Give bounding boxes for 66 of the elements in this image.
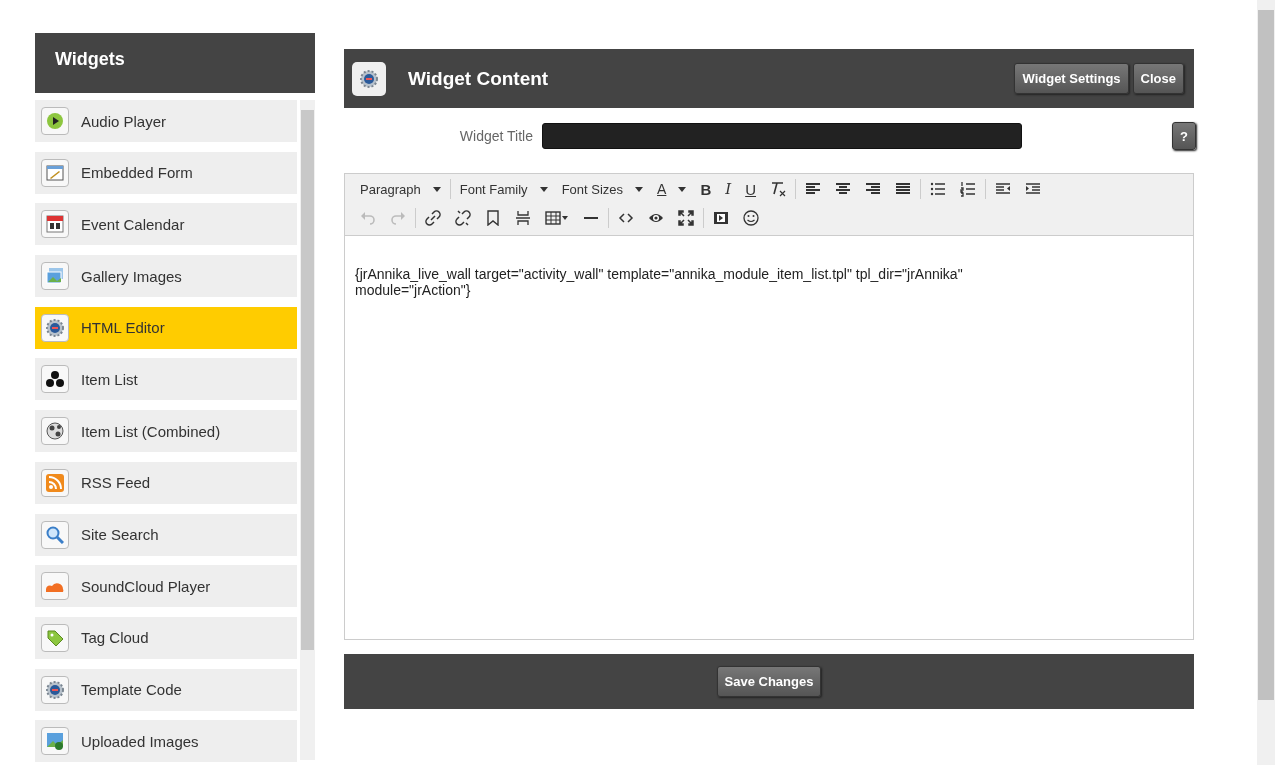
save-button[interactable]: Save Changes bbox=[716, 666, 822, 697]
gallery-icon bbox=[46, 267, 64, 286]
gear-icon bbox=[46, 680, 64, 699]
widget-item[interactable]: RSS Feed bbox=[35, 461, 297, 504]
rss-icon bbox=[46, 473, 64, 492]
outdent-icon bbox=[995, 181, 1011, 197]
header-button[interactable]: Widget Settings bbox=[1014, 63, 1129, 94]
tag-icon bbox=[46, 628, 64, 647]
header-button[interactable]: Close bbox=[1132, 63, 1184, 94]
search-icon bbox=[46, 525, 64, 544]
widget-item[interactable]: Event Calendar bbox=[35, 203, 297, 246]
form-icon bbox=[46, 163, 64, 182]
toolbar-dropdown[interactable]: Paragraph bbox=[353, 178, 448, 200]
page-break-icon bbox=[515, 210, 531, 226]
indent-icon bbox=[1025, 181, 1041, 197]
widget-item[interactable]: Uploaded Images bbox=[35, 720, 297, 763]
widget-item[interactable]: HTML Editor bbox=[35, 306, 297, 349]
align-left-icon bbox=[805, 181, 821, 197]
panel-title: Widget Content bbox=[408, 67, 550, 90]
unlink-icon bbox=[455, 210, 471, 226]
caret-icon bbox=[539, 186, 548, 192]
widget-item[interactable]: Tag Cloud bbox=[35, 616, 297, 659]
widget-item[interactable]: Template Code bbox=[35, 668, 297, 711]
bold-button[interactable]: B bbox=[693, 178, 719, 200]
help-button[interactable]: ? bbox=[1172, 122, 1196, 150]
widget-item[interactable]: Embedded Form bbox=[35, 151, 297, 194]
clear-format-icon bbox=[770, 181, 786, 197]
scrollbar[interactable] bbox=[300, 100, 315, 760]
title-field[interactable] bbox=[542, 123, 1022, 149]
widget-item[interactable]: SoundCloud Player bbox=[35, 565, 297, 608]
bookmark-icon bbox=[485, 210, 501, 226]
smiley-icon bbox=[743, 210, 759, 226]
editor-text[interactable]: {jrAnnika_live_wall target="activity_wall" template="annika_module_item_list.tpl" tpl_dir="jrAnnika" module="jrAction"} bbox=[345, 236, 1065, 328]
text-color-button[interactable]: A bbox=[650, 178, 694, 200]
caret-icon bbox=[635, 186, 644, 192]
fullscreen-icon bbox=[678, 210, 694, 226]
image-icon bbox=[46, 732, 64, 751]
trefoil-icon bbox=[46, 370, 64, 389]
widget-item[interactable]: Audio Player bbox=[35, 100, 297, 142]
page-scrollbar[interactable] bbox=[1257, 0, 1275, 765]
link-icon bbox=[425, 210, 441, 226]
calendar-icon bbox=[46, 215, 64, 234]
numbered-list-icon bbox=[960, 181, 976, 197]
horizontal-rule-icon bbox=[583, 217, 599, 219]
align-center-icon bbox=[835, 181, 851, 197]
bullet-list-icon bbox=[930, 181, 946, 197]
italic-button[interactable]: I bbox=[718, 178, 739, 200]
play-icon bbox=[46, 112, 64, 130]
align-right-icon bbox=[865, 181, 881, 197]
gear-icon bbox=[360, 69, 378, 88]
underline-button[interactable]: U bbox=[738, 178, 763, 200]
widget-item[interactable]: Gallery Images bbox=[35, 255, 297, 298]
widget-item[interactable]: Item List bbox=[35, 358, 297, 401]
field-label: Widget Title bbox=[458, 128, 534, 144]
toolbar-dropdown[interactable]: Font Family bbox=[452, 178, 555, 200]
table-icon bbox=[545, 210, 569, 226]
sidebar-title: Widgets bbox=[35, 33, 315, 93]
media-icon bbox=[713, 210, 729, 226]
widget-item[interactable]: Item List (Combined) bbox=[35, 410, 297, 453]
caret-icon bbox=[678, 186, 687, 192]
toolbar-dropdown[interactable]: Font Sizes bbox=[554, 178, 651, 200]
caret-icon bbox=[432, 186, 441, 192]
justify-icon bbox=[895, 181, 911, 197]
gear-icon bbox=[46, 318, 64, 337]
ball-icon bbox=[46, 422, 64, 441]
widget-item[interactable]: Site Search bbox=[35, 513, 297, 556]
